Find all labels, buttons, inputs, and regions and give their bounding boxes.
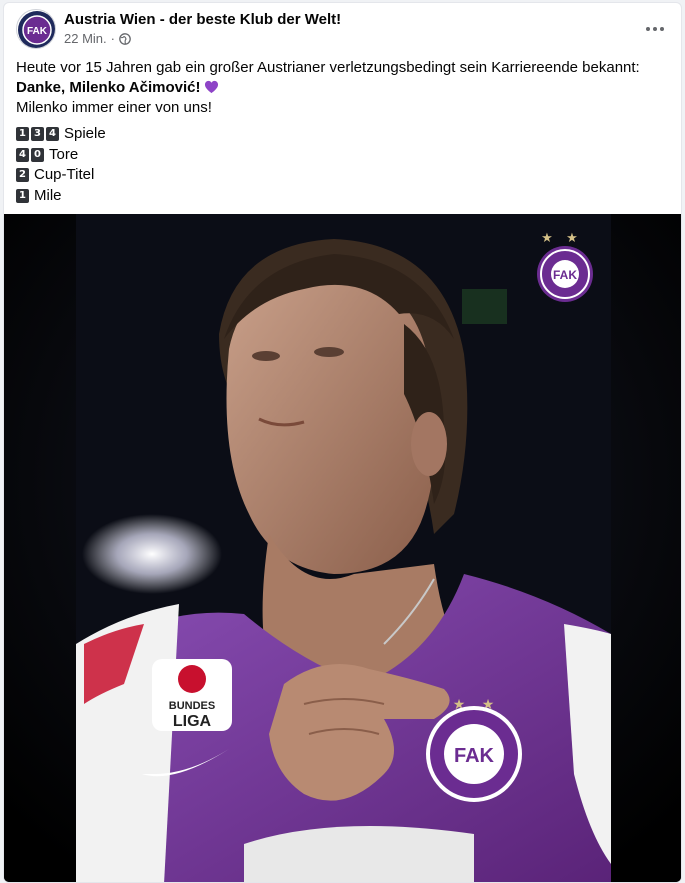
post-timestamp[interactable]: 22 Min. bbox=[64, 31, 107, 46]
more-dot bbox=[660, 27, 664, 31]
feed-post: FAK Austria Wien - der beste Klub der We… bbox=[3, 2, 682, 883]
keycap-digit: 0 bbox=[31, 147, 44, 162]
post-line-3: Milenko immer einer von uns! bbox=[16, 99, 212, 116]
more-options-button[interactable] bbox=[641, 15, 669, 43]
purple-heart-icon bbox=[204, 80, 218, 94]
keycap-digit: 3 bbox=[31, 127, 44, 142]
stat-row-cup-titel: 2 Cup-Titel bbox=[16, 165, 106, 186]
stats-list: 1 3 4 Spiele 4 0 Tore 2 Cup-Titel 1 Mile bbox=[16, 124, 106, 206]
bundesliga-patch: BUNDES LIGA bbox=[152, 659, 232, 731]
stat-label: Tore bbox=[49, 145, 79, 163]
post-meta: 22 Min. · bbox=[64, 31, 131, 46]
post-photo[interactable]: ★ ★ FAK BUNDES LIGA ★ ★ FAK bbox=[4, 214, 681, 882]
post-line-2: Danke, Milenko Ačimović! bbox=[16, 78, 669, 98]
club-logo-icon: FAK bbox=[18, 11, 55, 48]
post-line-1: Heute vor 15 Jahren gab ein großer Austr… bbox=[16, 59, 640, 76]
stat-row-spiele: 1 3 4 Spiele bbox=[16, 124, 106, 145]
stat-label: Cup-Titel bbox=[34, 166, 95, 183]
stat-row-mile: 1 Mile bbox=[16, 186, 106, 207]
player-photo-illustration: ★ ★ FAK BUNDES LIGA ★ ★ FAK bbox=[4, 214, 681, 882]
svg-text:FAK: FAK bbox=[454, 745, 495, 767]
globe-icon[interactable] bbox=[119, 32, 131, 45]
stat-row-tore: 4 0 Tore bbox=[16, 145, 106, 166]
stat-label: Spiele bbox=[64, 125, 106, 142]
keycap-digit: 1 bbox=[16, 188, 29, 203]
page-avatar[interactable]: FAK bbox=[16, 9, 56, 49]
svg-text:BUNDES: BUNDES bbox=[169, 700, 215, 712]
svg-text:FAK: FAK bbox=[27, 26, 48, 37]
keycap-digit: 4 bbox=[16, 147, 29, 162]
meta-separator: · bbox=[110, 31, 115, 46]
svg-text:★: ★ bbox=[566, 230, 578, 245]
svg-text:FAK: FAK bbox=[553, 268, 577, 282]
svg-text:★: ★ bbox=[541, 230, 553, 245]
more-dot bbox=[653, 27, 657, 31]
thanks-text: Danke, Milenko Ačimović! bbox=[16, 79, 201, 96]
keycap-digit: 1 bbox=[16, 127, 29, 142]
more-horizontal-icon bbox=[646, 27, 650, 31]
stat-label: Mile bbox=[34, 186, 62, 204]
post-header: FAK Austria Wien - der beste Klub der We… bbox=[16, 9, 669, 49]
page-name-link[interactable]: Austria Wien - der beste Klub der Welt! bbox=[64, 11, 341, 28]
post-text: Heute vor 15 Jahren gab ein großer Austr… bbox=[16, 58, 669, 118]
keycap-digit: 4 bbox=[46, 127, 59, 142]
svg-text:LIGA: LIGA bbox=[173, 713, 212, 730]
keycap-digit: 2 bbox=[16, 168, 29, 183]
